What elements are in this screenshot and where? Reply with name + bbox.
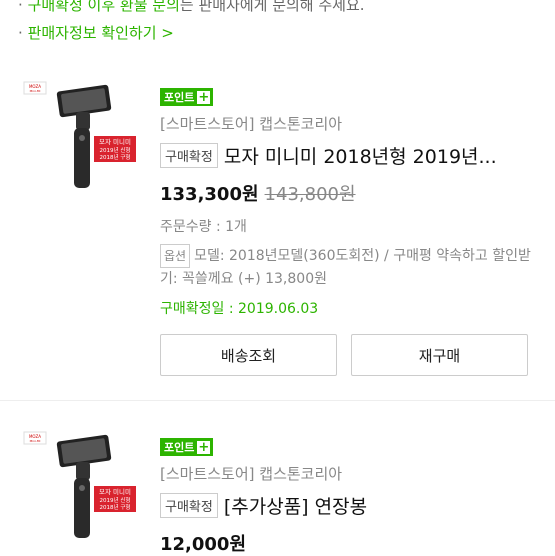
option-tag: 옵션 xyxy=(160,244,191,268)
order-info: 포인트 + [스마트스토어] 캡스톤코리아 구매확정 모자 미니미 2018년형 … xyxy=(160,86,545,376)
title-row: 구매확정 [추가상품] 연장봉 xyxy=(160,492,545,519)
thumb-line1: 모자 미니미 xyxy=(99,137,131,146)
thumb-line3: 2018년 구형 xyxy=(100,153,131,161)
plus-icon: + xyxy=(197,439,211,455)
option-text: 모델: 2018년모델(360도회전) / 구매평 약속하고 할인받기: 꼭쓸께… xyxy=(160,248,531,287)
store-name[interactable]: [스마트스토어] 캡스톤코리아 xyxy=(160,463,545,484)
thumb-model: Mini-MI xyxy=(30,439,41,443)
reorder-button[interactable]: 재구매 xyxy=(351,334,528,376)
status-tag: 구매확정 xyxy=(160,493,218,518)
price: 133,300원 xyxy=(160,184,259,205)
point-badge: 포인트 + xyxy=(160,88,214,106)
status-tag: 구매확정 xyxy=(160,143,218,168)
store-name[interactable]: [스마트스토어] 캡스톤코리아 xyxy=(160,113,545,134)
refund-notice-text: 는 판매자에게 문의해 주세요. xyxy=(179,0,365,14)
gimbal-image: MOZA Mini-MI 모자 미니미 2019년 신형 2018년 구형 xyxy=(23,431,136,538)
point-label: 포인트 xyxy=(164,91,195,104)
thumb-line2: 2019년 신형 xyxy=(100,496,131,504)
product-thumbnail[interactable]: MOZA Mini-MI 모자 미니미 2019년 신형 2018년 구형 xyxy=(18,76,140,198)
track-delivery-button[interactable]: 배송조회 xyxy=(160,334,337,376)
title-row: 구매확정 모자 미니미 2018년형 2019년... xyxy=(160,142,545,169)
thumb-line3: 2018년 구형 xyxy=(100,503,131,511)
refund-notice-highlight: 구매확정 이후 환불 문의 xyxy=(27,0,180,14)
gimbal-image: MOZA Mini-MI 모자 미니미 2019년 신형 2018년 구형 xyxy=(23,81,136,188)
point-label: 포인트 xyxy=(164,441,195,454)
confirm-date: 구매확정일 : 2019.06.03 xyxy=(160,301,319,317)
divider xyxy=(0,400,555,401)
product-thumbnail[interactable]: MOZA Mini-MI 모자 미니미 2019년 신형 2018년 구형 xyxy=(18,426,140,548)
option-info: 옵션 모델: 2018년모델(360도회전) / 구매평 약속하고 할인받기: 꼭… xyxy=(160,244,545,290)
action-buttons: 배송조회 재구매 xyxy=(160,334,545,376)
price-row: 12,000원 xyxy=(160,530,545,556)
price: 12,000원 xyxy=(160,534,247,555)
order-info: 포인트 + [스마트스토어] 캡스톤코리아 구매확정 [추가상품] 연장봉 12,… xyxy=(160,436,545,556)
bullet: · xyxy=(18,24,23,42)
seller-info-link[interactable]: · 판매자정보 확인하기 > xyxy=(18,22,174,43)
original-price: 143,800원 xyxy=(264,184,356,205)
price-row: 133,300원 143,800원 xyxy=(160,180,545,206)
seller-info-link-text[interactable]: 판매자정보 확인하기 > xyxy=(28,24,174,42)
plus-icon: + xyxy=(197,89,211,105)
thumb-line2: 2019년 신형 xyxy=(100,146,131,154)
bullet: · xyxy=(18,0,23,14)
point-badge: 포인트 + xyxy=(160,438,214,456)
refund-notice: · 구매확정 이후 환불 문의는 판매자에게 문의해 주세요. xyxy=(18,0,365,15)
thumb-model: Mini-MI xyxy=(30,89,41,93)
product-title[interactable]: 모자 미니미 2018년형 2019년... xyxy=(224,142,497,169)
product-title[interactable]: [추가상품] 연장봉 xyxy=(224,492,367,519)
thumb-line1: 모자 미니미 xyxy=(99,487,131,496)
order-quantity: 주문수량 : 1개 xyxy=(160,219,247,235)
